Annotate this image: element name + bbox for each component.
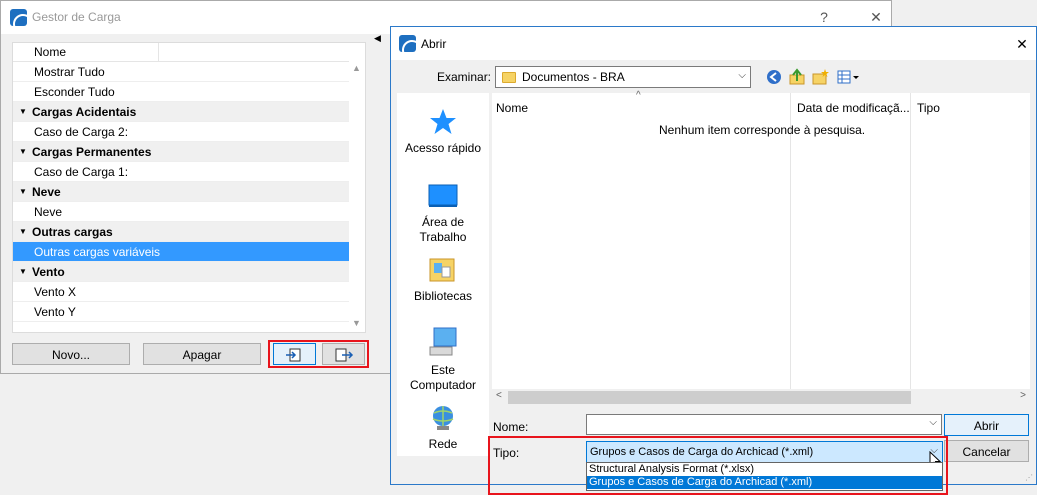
place-libraries[interactable]: Bibliotecas	[397, 253, 489, 304]
row-label: Mostrar Tudo	[34, 65, 105, 79]
import-button[interactable]	[273, 343, 316, 365]
scroll-up-icon[interactable]: ▲	[352, 63, 361, 73]
place-desktop-label: Área de Trabalho	[419, 215, 467, 244]
load-case-row[interactable]: Neve	[13, 202, 350, 222]
column-separator[interactable]	[158, 43, 159, 62]
chevron-down-icon: ⌵	[738, 70, 746, 81]
close-button[interactable]: ✕	[865, 7, 887, 27]
load-case-row[interactable]: Caso de Carga 2:	[13, 122, 350, 142]
place-libraries-label: Bibliotecas	[413, 289, 473, 303]
row-label: Vento	[32, 265, 65, 279]
open-dialog-titlebar: Abrir ✕	[391, 27, 1036, 60]
archicad-logo-icon	[10, 9, 27, 26]
row-label: Outras cargas	[32, 225, 113, 239]
open-button[interactable]: Abrir	[944, 414, 1029, 436]
back-icon[interactable]	[765, 68, 783, 86]
row-label: Cargas Acidentais	[32, 105, 137, 119]
load-group-row[interactable]: ▼ Cargas Permanentes	[13, 142, 350, 162]
open-file-dialog: Abrir ✕ Examinar: Documentos - BRA ⌵ Ace…	[390, 26, 1037, 495]
computer-icon	[429, 327, 457, 356]
star-icon	[430, 109, 456, 134]
load-case-row[interactable]: Vento Y	[13, 302, 350, 322]
row-label: Vento Y	[34, 305, 76, 319]
delete-button[interactable]: Apagar	[143, 343, 261, 365]
place-this-pc[interactable]: Este Computador	[397, 325, 489, 393]
resize-grip-icon[interactable]: ⋰	[1025, 473, 1033, 482]
load-manager-title: Gestor de Carga	[32, 10, 121, 24]
up-folder-icon[interactable]	[788, 68, 806, 86]
look-in-value: Documentos - BRA	[522, 70, 625, 84]
column-date-header[interactable]: Data de modificaçã...	[797, 101, 910, 115]
load-case-row[interactable]: Caso de Carga 1:	[13, 162, 350, 182]
load-case-row[interactable]: Vento X	[13, 282, 350, 302]
scroll-right-icon[interactable]: >	[1020, 390, 1026, 401]
archicad-logo-icon	[399, 35, 416, 52]
column-header-name[interactable]: Nome	[34, 45, 66, 59]
chevron-down-icon[interactable]: ⌵	[929, 417, 937, 428]
look-in-label: Examinar:	[437, 70, 492, 84]
row-label: Outras cargas variáveis	[34, 245, 161, 259]
row-label: Vento X	[34, 285, 77, 299]
collapse-panel-icon[interactable]: ◀	[374, 33, 381, 44]
load-group-row[interactable]: ▼ Neve	[13, 182, 350, 202]
load-case-list[interactable]: Nome Mostrar Tudo Esconder Tudo ▼ Cargas Ac…	[12, 42, 366, 333]
row-label: Esconder Tudo	[34, 85, 115, 99]
cancel-button[interactable]: Cancelar	[944, 440, 1029, 462]
libraries-icon	[429, 258, 455, 282]
place-quick-access[interactable]: Acesso rápido	[397, 107, 489, 156]
scroll-down-icon[interactable]: ▼	[352, 318, 361, 328]
place-this-pc-label: Este Computador	[409, 363, 477, 392]
new-button[interactable]: Novo...	[12, 343, 130, 365]
row-label: Caso de Carga 1:	[34, 165, 129, 179]
expand-triangle-icon[interactable]: ▼	[19, 222, 27, 242]
place-desktop[interactable]: Área de Trabalho	[397, 181, 489, 245]
folder-icon	[502, 72, 516, 83]
filename-input[interactable]: ⌵	[586, 414, 942, 435]
row-label: Caso de Carga 2:	[34, 125, 129, 139]
load-case-row[interactable]: Mostrar Tudo	[13, 62, 350, 82]
network-icon	[432, 406, 454, 430]
sort-arrow-icon: ^	[636, 90, 641, 101]
filename-label: Nome:	[493, 420, 529, 434]
horizontal-scrollbar[interactable]: < >	[492, 389, 1030, 406]
view-menu-icon[interactable]	[836, 68, 860, 86]
load-case-row[interactable]: Outras cargas variáveis	[13, 242, 350, 262]
file-list[interactable]: ^ Nome Data de modificaçã... Tipo Nenhum…	[492, 90, 1030, 406]
column-type-header[interactable]: Tipo	[917, 101, 940, 115]
load-case-row[interactable]: Esconder Tudo	[13, 82, 350, 102]
expand-triangle-icon[interactable]: ▼	[19, 142, 27, 162]
expand-triangle-icon[interactable]: ▼	[19, 262, 27, 282]
dialog-close-button[interactable]: ✕	[1011, 34, 1033, 54]
list-vertical-scrollbar[interactable]: ▲ ▼	[349, 43, 365, 332]
new-folder-icon[interactable]	[811, 68, 829, 86]
column-name-header[interactable]: Nome	[496, 101, 528, 115]
row-label: Neve	[34, 205, 63, 219]
list-header: Nome	[13, 43, 350, 62]
place-network[interactable]: Rede	[397, 403, 489, 452]
load-group-row[interactable]: ▼ Outras cargas	[13, 222, 350, 242]
scroll-left-icon[interactable]: <	[496, 390, 502, 401]
export-icon	[335, 348, 353, 362]
column-separator[interactable]	[910, 93, 911, 389]
places-bar: Acesso rápido Área de Trabalho Bibliotec…	[397, 93, 489, 456]
column-separator[interactable]	[790, 93, 791, 389]
help-button[interactable]: ?	[813, 7, 835, 27]
row-label: Neve	[32, 185, 61, 199]
expand-triangle-icon[interactable]: ▼	[19, 182, 27, 202]
row-label: Cargas Permanentes	[32, 145, 152, 159]
scroll-thumb[interactable]	[508, 391, 911, 404]
highlight-box-file-type	[488, 436, 948, 495]
load-group-row[interactable]: ▼ Vento	[13, 262, 350, 282]
open-dialog-title: Abrir	[421, 37, 447, 51]
place-quick-access-label: Acesso rápido	[404, 141, 482, 155]
export-button[interactable]	[322, 343, 365, 365]
empty-message: Nenhum item corresponde à pesquisa.	[659, 123, 866, 137]
import-icon	[285, 348, 300, 362]
desktop-icon	[428, 184, 458, 207]
look-in-combobox[interactable]: Documentos - BRA ⌵	[495, 66, 751, 88]
place-network-label: Rede	[428, 437, 458, 451]
load-group-row[interactable]: ▼ Cargas Acidentais	[13, 102, 350, 122]
expand-triangle-icon[interactable]: ▼	[19, 102, 27, 122]
